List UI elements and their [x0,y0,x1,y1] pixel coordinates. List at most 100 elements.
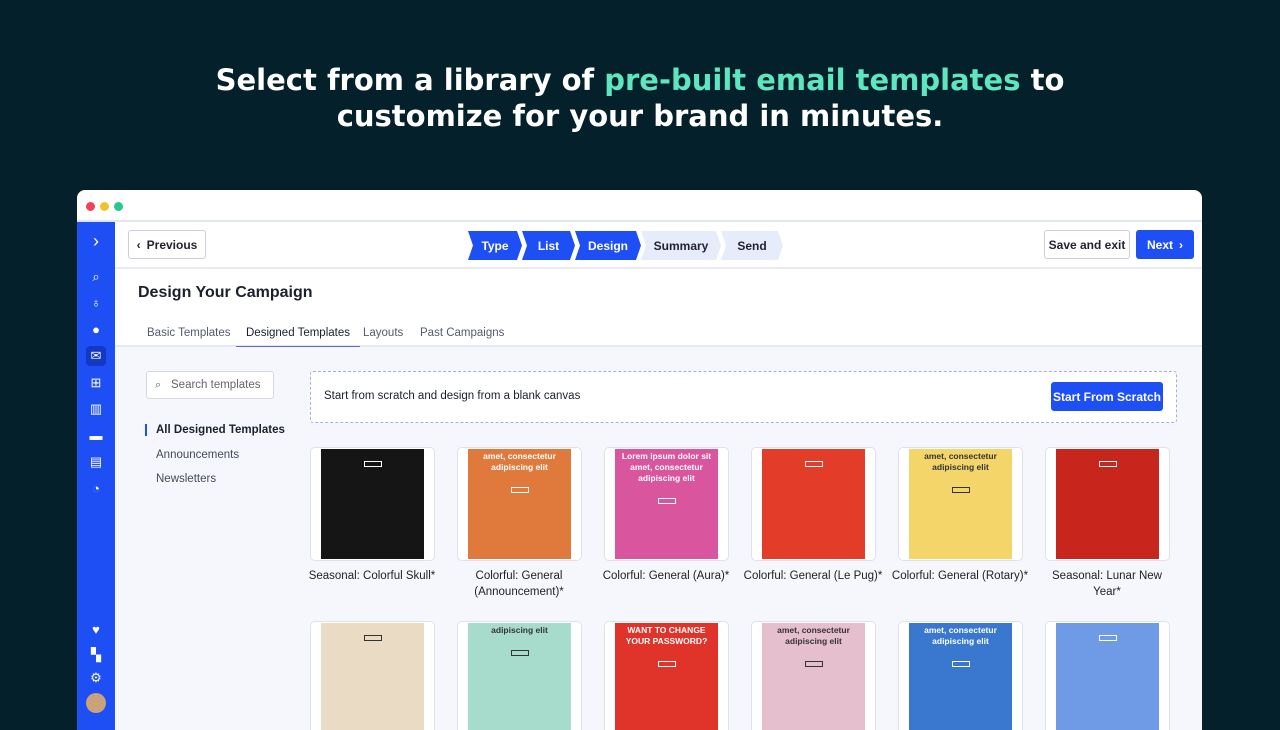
thumbnail-button [510,487,529,493]
apps-icon[interactable]: ▚ [86,645,106,665]
page-title: Design Your Campaign [138,284,313,301]
thumbnail-headline: amet, consectetur adipiscing elit [924,625,997,646]
thumbnail-button [804,661,823,667]
hero-line2: customize for your brand in minutes. [336,99,944,133]
contacts-icon[interactable]: ● [86,320,106,340]
template-body: ⌕ Search templates All Designed Templates… [115,347,1202,730]
search-icon[interactable]: ⌕ [86,267,106,287]
chevron-left-icon: ‹ [136,237,141,252]
tab-past-campaigns[interactable]: Past Campaigns [420,327,504,339]
template-card[interactable]: adipiscing elit [457,621,582,730]
template-name[interactable]: Colorful: General (Announcement)* [449,568,589,600]
thumbnail-button [951,661,970,667]
thumbnail-button [951,487,970,493]
step-list[interactable]: List [522,231,575,260]
heart-icon[interactable]: ♥ [86,620,106,640]
start-from-scratch-button[interactable]: Start From Scratch [1051,382,1163,411]
thumbnail-headline: Lorem ipsum dolor sit amet, consectetur … [621,451,712,483]
search-input[interactable]: ⌕ Search templates [146,371,274,399]
window-titlebar [77,190,1202,222]
template-card[interactable]: amet, consectetur adipiscing elit [457,447,582,561]
template-card[interactable]: amet, consectetur adipiscing elit [898,621,1023,730]
template-card[interactable] [1045,621,1170,730]
main-content: Design Your Campaign Basic Templates Des… [115,270,1202,730]
thumbnail-button [657,661,676,667]
lightbulb-icon[interactable]: ♁ [86,293,106,313]
tab-basic-templates[interactable]: Basic Templates [147,327,231,339]
template-name[interactable]: Colorful: General (Le Pug)* [743,568,883,584]
template-thumbnail [321,623,424,730]
template-thumbnail: WANT TO CHANGE YOUR PASSWORD? [615,623,718,730]
reports-icon[interactable]: ◔ [86,479,106,499]
minimize-dot[interactable] [100,202,109,211]
thumbnail-button [657,498,676,504]
close-dot[interactable] [86,202,95,211]
template-name[interactable]: Colorful: General (Rotary)* [890,568,1030,584]
template-thumbnail [1056,449,1159,559]
app-window: › ⌕ ♁ ● ✉ ⊞ ▥ ▬ ▤ ◔ ♥ ▚ ⚙ ‹ Previous Type… [77,190,1202,730]
template-thumbnail: amet, consectetur adipiscing elit [762,623,865,730]
template-card[interactable] [310,447,435,561]
website-icon[interactable]: ▤ [86,452,106,472]
logo-chevron-icon[interactable]: › [86,231,106,251]
thumbnail-headline: WANT TO CHANGE YOUR PASSWORD? [625,625,708,646]
scratch-text: Start from scratch and design from a bla… [324,390,581,402]
top-bar: ‹ Previous Type List Design Summary Send … [115,222,1202,269]
automations-icon[interactable]: ⊞ [86,373,106,393]
template-card[interactable]: WANT TO CHANGE YOUR PASSWORD? [604,621,729,730]
search-placeholder: Search templates [171,379,261,391]
thumbnail-headline: amet, consectetur adipiscing elit [483,451,556,472]
category-all[interactable]: All Designed Templates [145,424,285,436]
template-card[interactable]: amet, consectetur adipiscing elit [751,621,876,730]
settings-icon[interactable]: ⚙ [86,668,106,688]
template-card[interactable]: amet, consectetur adipiscing elit [898,447,1023,561]
step-summary[interactable]: Summary [641,231,721,260]
tab-designed-templates[interactable]: Designed Templates [236,327,360,348]
start-from-scratch-panel: Start from scratch and design from a bla… [310,371,1177,423]
chevron-right-icon: › [1179,237,1183,252]
template-thumbnail [1056,623,1159,730]
hero-headline: Select from a library of pre-built email… [0,62,1280,134]
next-label: Next [1146,237,1173,252]
thumbnail-headline: amet, consectetur adipiscing elit [924,451,997,472]
step-progress: Type List Design Summary Send [468,231,783,260]
template-name[interactable]: Seasonal: Lunar New Year* [1037,568,1177,600]
previous-button[interactable]: ‹ Previous [128,230,206,259]
category-newsletters[interactable]: Newsletters [156,473,216,485]
previous-label: Previous [146,237,198,252]
search-icon: ⌕ [155,379,162,391]
user-avatar[interactable] [86,693,106,713]
thumbnail-button [1098,461,1117,467]
template-name[interactable]: Colorful: General (Aura)* [596,568,736,584]
thumbnail-button [363,635,382,641]
category-announcements[interactable]: Announcements [156,449,239,461]
step-design[interactable]: Design [575,231,641,260]
hero-highlight: pre-built email templates [604,63,1021,97]
template-card[interactable]: Lorem ipsum dolor sit amet, consectetur … [604,447,729,561]
template-name[interactable]: Seasonal: Colorful Skull* [302,568,442,584]
tab-layouts[interactable]: Layouts [363,327,403,339]
template-thumbnail [762,449,865,559]
step-type[interactable]: Type [468,231,522,260]
template-card[interactable] [1045,447,1170,561]
template-card[interactable] [310,621,435,730]
template-thumbnail [321,449,424,559]
thumbnail-button [804,461,823,467]
page-header: Design Your Campaign Basic Templates Des… [115,270,1202,348]
thumbnail-button [363,461,382,467]
thumbnail-headline: amet, consectetur adipiscing elit [777,625,850,646]
deals-icon[interactable]: ▥ [86,399,106,419]
hero-text: to [1020,63,1065,97]
sidebar: › ⌕ ♁ ● ✉ ⊞ ▥ ▬ ▤ ◔ ♥ ▚ ⚙ [77,222,115,730]
conversations-icon[interactable]: ▬ [86,426,106,446]
campaigns-icon[interactable]: ✉ [86,346,106,366]
thumbnail-headline: adipiscing elit [491,625,548,635]
next-button[interactable]: Next › [1136,230,1194,259]
step-send[interactable]: Send [721,231,783,260]
hero-text: Select from a library of [215,63,605,97]
template-thumbnail: amet, consectetur adipiscing elit [468,449,571,559]
save-exit-button[interactable]: Save and exit [1044,230,1130,259]
template-card[interactable] [751,447,876,561]
thumbnail-button [1098,635,1117,641]
maximize-dot[interactable] [114,202,123,211]
